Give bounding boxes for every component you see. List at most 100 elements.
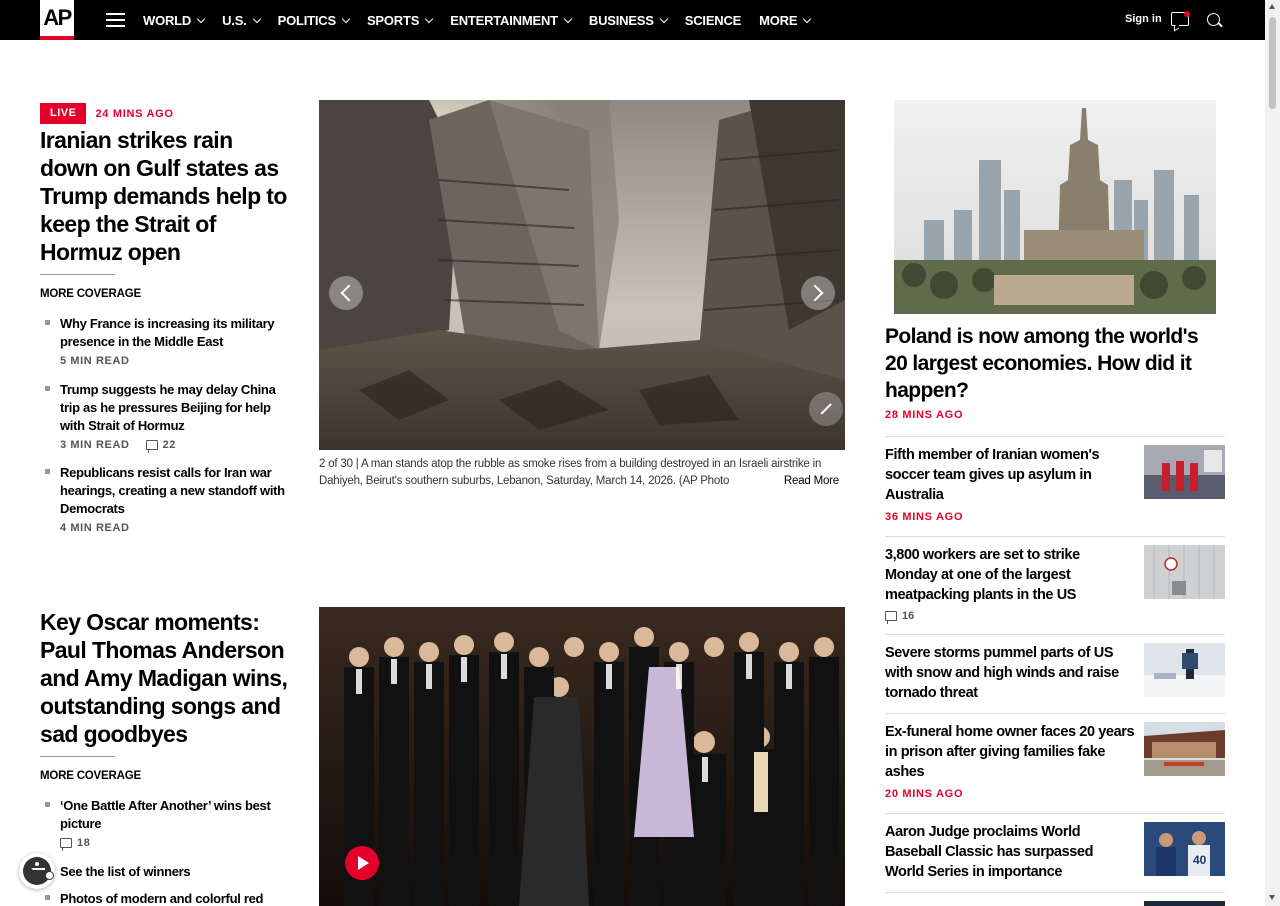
live-badge: LIVE bbox=[40, 103, 87, 124]
nav-item-science[interactable]: SCIENCE bbox=[685, 13, 742, 28]
story-title[interactable]: Aaron Judge proclaims World Baseball Cla… bbox=[885, 822, 1135, 882]
divider bbox=[40, 756, 115, 757]
divider bbox=[885, 634, 1225, 635]
coverage-item[interactable]: Trump suggests he may delay China trip a… bbox=[40, 381, 295, 453]
story-thumbnail[interactable] bbox=[1144, 643, 1225, 697]
warsaw-skyline-photo bbox=[894, 100, 1216, 314]
divider bbox=[885, 536, 1225, 537]
lead-gallery-image[interactable] bbox=[319, 100, 845, 450]
top-navigation: AP WORLD U.S. POLITICS SPORTS ENTERTAINM… bbox=[0, 0, 1265, 40]
comment-icon bbox=[60, 838, 72, 851]
oscar-video[interactable] bbox=[319, 607, 845, 906]
story-title[interactable]: Ex-funeral home owner faces 20 years in … bbox=[885, 722, 1135, 782]
nav-item-world[interactable]: WORLD bbox=[143, 13, 206, 28]
more-coverage-label: MORE COVERAGE bbox=[40, 770, 141, 782]
chevron-down-icon bbox=[803, 14, 812, 23]
nav-item-politics[interactable]: POLITICS bbox=[278, 13, 351, 28]
live-row: LIVE 24 MINS AGO bbox=[40, 103, 174, 124]
rubble-photo bbox=[319, 100, 845, 450]
read-time: 5 MIN READ bbox=[60, 355, 130, 367]
ap-logo[interactable]: AP bbox=[40, 0, 74, 40]
scroll-thumb[interactable] bbox=[1269, 17, 1276, 109]
menu-icon[interactable] bbox=[106, 13, 125, 27]
scrollbar[interactable] bbox=[1265, 0, 1280, 906]
comment-icon bbox=[885, 611, 897, 624]
read-time: 4 MIN READ bbox=[60, 522, 130, 534]
story-thumbnail[interactable] bbox=[1144, 545, 1225, 599]
story-thumbnail[interactable] bbox=[1144, 901, 1225, 906]
read-time: 3 MIN READ bbox=[60, 439, 130, 451]
timestamp: 36 MINS AGO bbox=[885, 511, 964, 523]
accessibility-status-dot bbox=[45, 871, 54, 880]
oscar-headline[interactable]: Key Oscar moments: Paul Thomas Anderson … bbox=[40, 608, 295, 748]
scroll-down-arrow-icon[interactable] bbox=[1269, 895, 1275, 900]
divider bbox=[885, 813, 1225, 814]
next-slide-button[interactable] bbox=[801, 276, 835, 310]
play-button[interactable] bbox=[345, 846, 379, 880]
oscar-photo bbox=[319, 607, 845, 906]
accessibility-button[interactable] bbox=[19, 853, 55, 889]
divider bbox=[40, 274, 115, 275]
previous-slide-button[interactable] bbox=[329, 276, 363, 310]
coverage-title[interactable]: Republicans resist calls for Iran war he… bbox=[60, 464, 295, 518]
nav-item-business[interactable]: BUSINESS bbox=[589, 13, 668, 28]
read-more-link[interactable]: Read More bbox=[775, 473, 839, 490]
comment-icon bbox=[145, 440, 158, 453]
notification-dot bbox=[1184, 11, 1190, 17]
poland-image[interactable] bbox=[894, 100, 1216, 314]
chevron-down-icon bbox=[424, 14, 434, 23]
divider bbox=[885, 713, 1225, 714]
bullet-icon bbox=[45, 895, 50, 900]
coverage-title[interactable]: ‘One Battle After Another’ wins best pic… bbox=[60, 797, 295, 833]
story-title[interactable]: Fifth member of Iranian women's soccer t… bbox=[885, 445, 1135, 505]
bullet-icon bbox=[45, 469, 50, 474]
chevron-down-icon bbox=[252, 14, 261, 23]
story-title[interactable]: Severe storms pummel parts of US with sn… bbox=[885, 643, 1135, 703]
logo-text: AP bbox=[43, 5, 72, 30]
coverage-item[interactable]: See the list of winners bbox=[40, 863, 295, 881]
divider bbox=[885, 436, 1225, 437]
expand-icon[interactable] bbox=[809, 392, 843, 426]
story-thumbnail[interactable] bbox=[1144, 722, 1225, 776]
nav-item-more[interactable]: MORE bbox=[759, 13, 812, 28]
more-coverage-label: MORE COVERAGE bbox=[40, 288, 141, 300]
chevron-down-icon bbox=[563, 14, 573, 23]
feature-headline[interactable]: Poland is now among the world's 20 large… bbox=[885, 323, 1225, 404]
coverage-title[interactable]: Why France is increasing its military pr… bbox=[60, 315, 295, 351]
timestamp: 28 MINS AGO bbox=[885, 409, 964, 421]
svg-text:40: 40 bbox=[1193, 853, 1207, 867]
gallery-caption: 2 of 30 | A man stands atop the rubble a… bbox=[319, 456, 845, 490]
story-title[interactable]: 3,800 workers are set to strike Monday a… bbox=[885, 545, 1135, 605]
story-thumbnail[interactable]: 40 bbox=[1144, 822, 1225, 876]
search-icon[interactable] bbox=[1207, 13, 1220, 26]
comment-count[interactable]: 22 bbox=[145, 439, 176, 453]
nav-item-entertainment[interactable]: ENTERTAINMENT bbox=[450, 13, 573, 28]
nav-item-us[interactable]: U.S. bbox=[222, 13, 261, 28]
bullet-icon bbox=[45, 320, 50, 325]
lead-headline[interactable]: Iranian strikes rain down on Gulf states… bbox=[40, 126, 295, 266]
chevron-down-icon bbox=[196, 14, 206, 23]
coverage-title[interactable]: Trump suggests he may delay China trip a… bbox=[60, 381, 295, 435]
timestamp: 20 MINS AGO bbox=[885, 788, 964, 800]
coverage-item[interactable]: ‘One Battle After Another’ wins best pic… bbox=[40, 797, 295, 851]
caption-text: A man stands atop the rubble as smoke ri… bbox=[319, 458, 822, 487]
coverage-item[interactable]: Republicans resist calls for Iran war he… bbox=[40, 464, 295, 534]
timestamp: 24 MINS AGO bbox=[95, 107, 174, 120]
chevron-down-icon bbox=[341, 14, 351, 23]
coverage-item[interactable]: Photos of modern and colorful red bbox=[40, 890, 295, 906]
chevron-down-icon bbox=[659, 14, 668, 23]
coverage-title[interactable]: See the list of winners bbox=[60, 863, 295, 881]
nav-item-sports[interactable]: SPORTS bbox=[367, 13, 434, 28]
comment-count[interactable]: 16 bbox=[885, 610, 914, 624]
slide-counter: 2 of 30 | bbox=[319, 458, 359, 470]
scroll-up-arrow-icon[interactable] bbox=[1269, 4, 1275, 9]
sign-in-link[interactable]: Sign in bbox=[1125, 13, 1162, 25]
bullet-icon bbox=[45, 386, 50, 391]
bullet-icon bbox=[45, 802, 50, 807]
comment-count[interactable]: 18 bbox=[60, 837, 90, 851]
story-thumbnail[interactable] bbox=[1144, 445, 1225, 499]
divider bbox=[885, 892, 1225, 893]
coverage-item[interactable]: Why France is increasing its military pr… bbox=[40, 315, 295, 367]
nav-items: WORLD U.S. POLITICS SPORTS ENTERTAINMENT… bbox=[143, 0, 828, 40]
coverage-title[interactable]: Photos of modern and colorful red bbox=[60, 890, 295, 906]
